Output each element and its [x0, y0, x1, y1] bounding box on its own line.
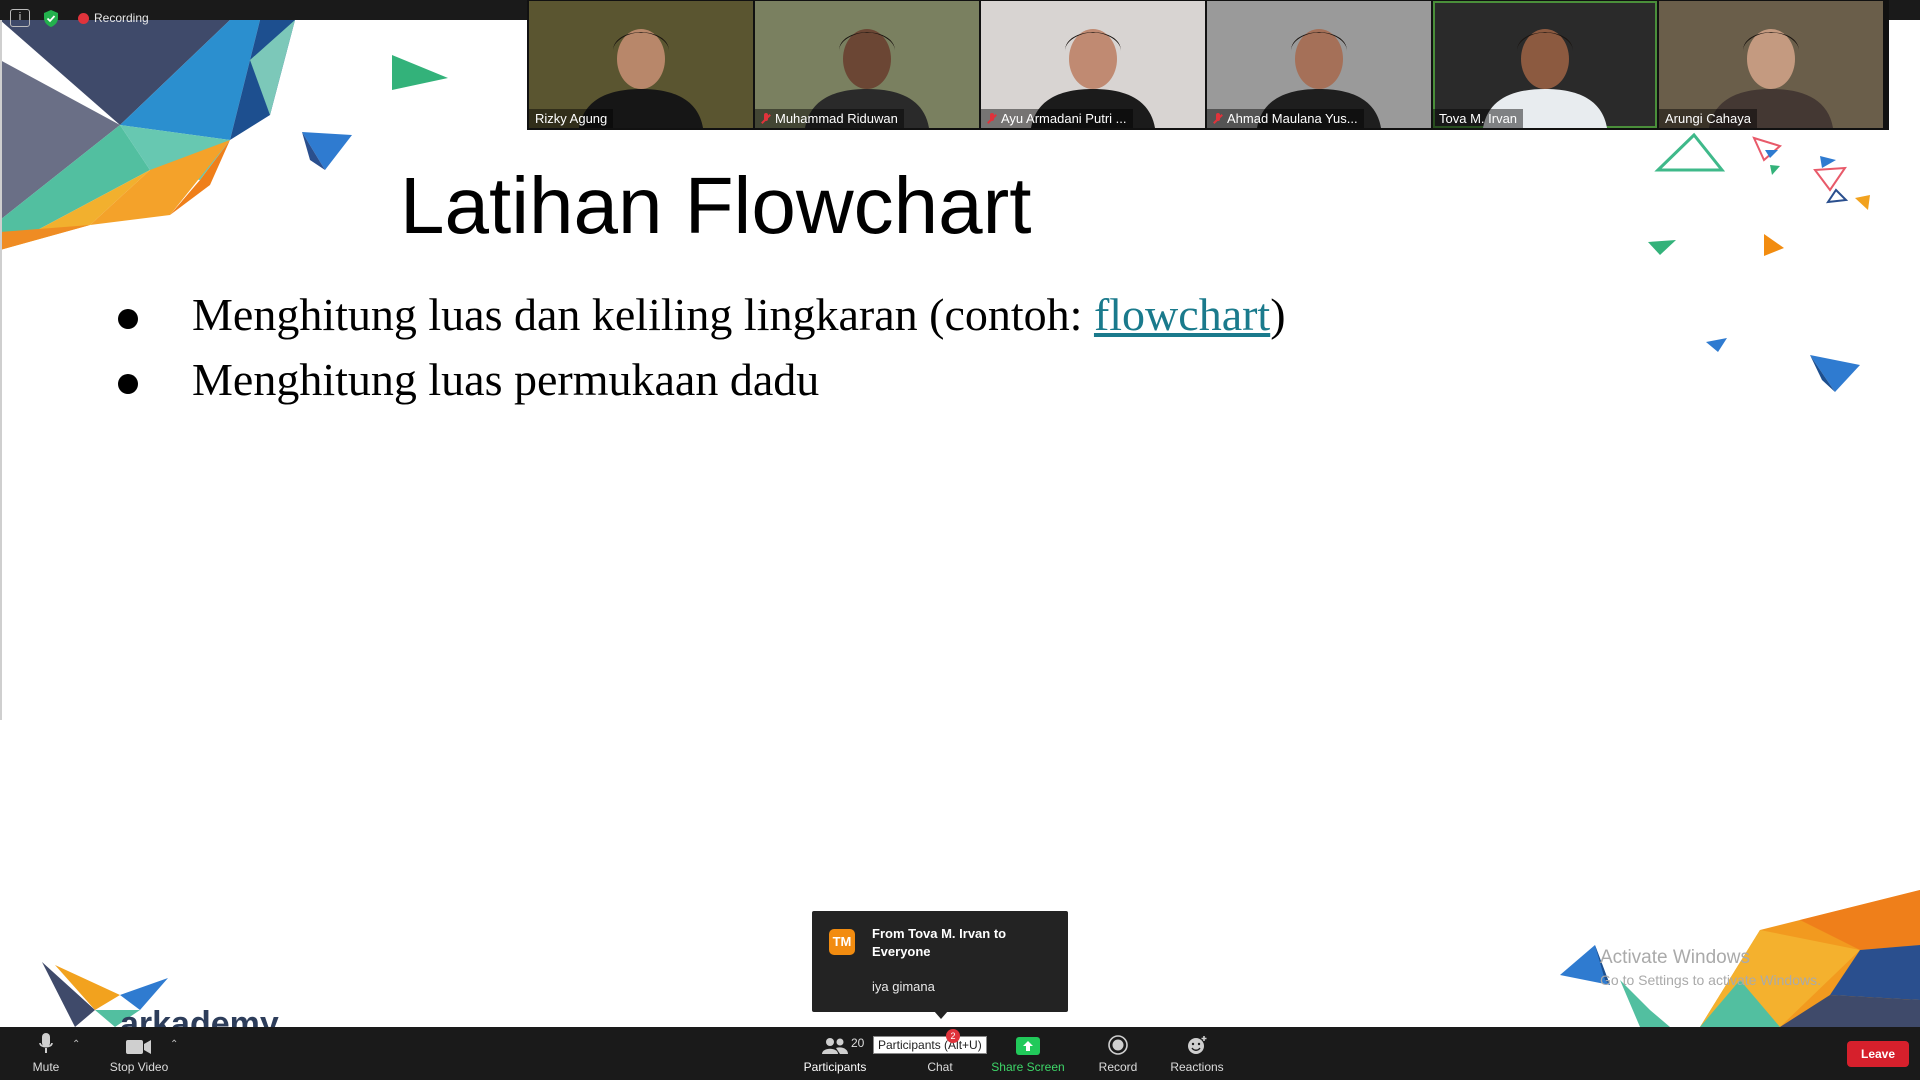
participant-name: Muhammad Riduwan [775, 111, 898, 126]
chat-notification[interactable]: TM From Tova M. Irvan to Everyone iya gi… [812, 911, 1068, 1019]
chat-sender: From Tova M. Irvan to Everyone [872, 926, 1007, 959]
record-icon [1108, 1035, 1128, 1055]
participant-video-tile[interactable]: Muhammad Riduwan [755, 1, 979, 128]
bullet-item: Menghitung luas permukaan dadu [118, 347, 1286, 412]
video-options-caret-icon[interactable]: ⌃ [170, 1039, 178, 1050]
participants-icon [822, 1038, 848, 1054]
chat-unread-badge: 2 [946, 1029, 960, 1043]
muted-mic-icon [761, 112, 771, 125]
participant-name-label: Tova M. Irvan [1433, 109, 1524, 128]
participant-name-label: Muhammad Riduwan [755, 109, 904, 128]
share-screen-label: Share Screen [991, 1060, 1065, 1074]
record-button[interactable]: Record [1093, 1027, 1143, 1080]
participant-name-label: Arungi Cahaya [1659, 109, 1757, 128]
participant-name: Ahmad Maulana Yus... [1227, 111, 1358, 126]
arkademy-logo: arkademy [120, 1005, 279, 1027]
recording-label: Recording [94, 11, 149, 25]
participant-name: Arungi Cahaya [1665, 111, 1751, 126]
participants-tooltip: Participants (Alt+U) [873, 1036, 987, 1054]
participant-name: Ayu Armadani Putri ... [1001, 111, 1127, 126]
participant-name-label: Ahmad Maulana Yus... [1207, 109, 1364, 128]
reactions-label: Reactions [1170, 1060, 1224, 1074]
activate-windows-watermark: Activate Windows Go to Settings to activ… [1600, 947, 1821, 991]
bullet-dot-icon [118, 309, 138, 329]
participants-button[interactable]: Participants [800, 1027, 870, 1080]
muted-mic-icon [1213, 112, 1223, 125]
smiley-reaction-icon [1188, 1036, 1207, 1054]
slide-bullet-list: Menghitung luas dan keliling lingkaran (… [118, 282, 1286, 412]
bullet-text-end: ) [1270, 289, 1286, 340]
participant-video-tile[interactable]: Ahmad Maulana Yus... [1207, 1, 1431, 128]
participant-name: Tova M. Irvan [1439, 111, 1518, 126]
meeting-info-icon[interactable]: i [10, 9, 30, 27]
sender-avatar: TM [829, 929, 855, 955]
participants-count: 20 [851, 1036, 865, 1050]
recording-dot-icon [78, 12, 89, 24]
watermark-subtitle: Go to Settings to activate Windows. [1600, 972, 1821, 988]
participant-name-label: Rizky Agung [529, 109, 614, 128]
bullet-text: Menghitung luas permukaan dadu [192, 354, 820, 405]
security-shield-icon[interactable] [42, 9, 60, 28]
participant-video-tile[interactable]: Arungi Cahaya [1659, 1, 1883, 128]
mute-label: Mute [32, 1060, 60, 1074]
participant-video-tile[interactable]: Tova M. Irvan [1433, 1, 1657, 128]
video-camera-icon [126, 1040, 151, 1054]
leave-button[interactable]: Leave [1847, 1041, 1909, 1067]
video-gallery-strip: Rizky Agung Muhammad Riduwan Ayu Armadani … [527, 0, 1889, 130]
mute-button[interactable]: Mute [26, 1027, 66, 1080]
flowchart-link[interactable]: flowchart [1094, 289, 1270, 340]
chat-label: Chat [927, 1060, 953, 1074]
watermark-title: Activate Windows [1600, 947, 1750, 968]
participants-label: Participants [803, 1060, 867, 1074]
participant-video-tile[interactable]: Ayu Armadani Putri ... [981, 1, 1205, 128]
participant-name: Rizky Agung [535, 111, 608, 126]
reactions-button[interactable]: Reactions [1168, 1027, 1226, 1080]
share-screen-icon [1016, 1037, 1040, 1055]
shared-slide: Latihan Flowchart Menghitung luas dan ke… [0, 20, 1920, 1027]
recording-indicator[interactable]: Recording [78, 11, 149, 25]
audio-options-caret-icon[interactable]: ⌃ [72, 1039, 80, 1050]
toast-pointer [934, 1011, 948, 1019]
share-screen-button[interactable]: Share Screen [990, 1027, 1066, 1080]
record-label: Record [1098, 1060, 1138, 1074]
stop-video-button[interactable]: Stop Video [106, 1027, 172, 1080]
microphone-icon [39, 1033, 53, 1053]
participant-video-tile[interactable]: Rizky Agung [529, 1, 753, 128]
stop-video-label: Stop Video [109, 1060, 169, 1074]
bullet-item: Menghitung luas dan keliling lingkaran (… [118, 282, 1286, 347]
bullet-text: Menghitung luas dan keliling lingkaran (… [192, 289, 1094, 340]
chat-message: iya gimana [872, 979, 935, 994]
slide-title: Latihan Flowchart [400, 161, 1032, 250]
muted-mic-icon [987, 112, 997, 125]
bullet-dot-icon [118, 374, 138, 394]
participant-name-label: Ayu Armadani Putri ... [981, 109, 1133, 128]
